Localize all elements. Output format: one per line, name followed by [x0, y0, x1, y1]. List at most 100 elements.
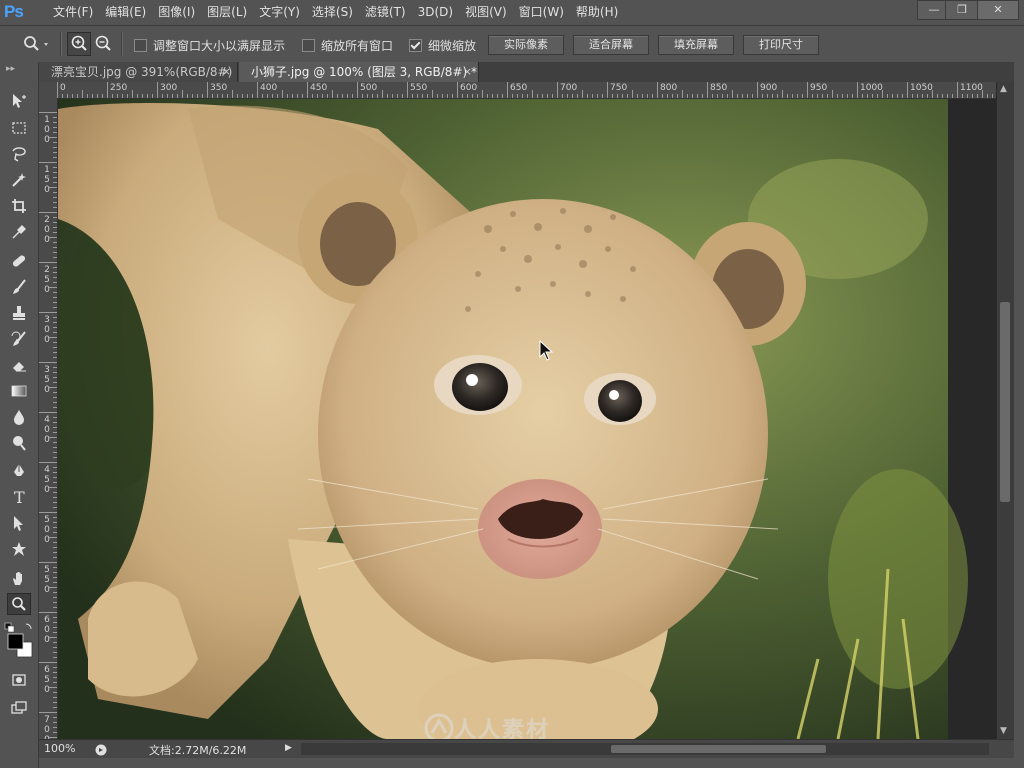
ruler-minor-tick: [53, 472, 57, 473]
tab-lion-jpg[interactable]: 小狮子.jpg @ 100% (图层 3, RGB/8#) * ×: [239, 62, 479, 82]
zoom-out-button[interactable]: [91, 32, 115, 56]
move-tool[interactable]: [7, 90, 31, 112]
ruler-minor-tick: [53, 557, 57, 558]
hand-tool[interactable]: [7, 567, 31, 589]
scroll-down-icon[interactable]: ▼: [1000, 726, 1007, 736]
checkbox-box[interactable]: [302, 39, 315, 52]
horizontal-scroll-thumb[interactable]: [611, 745, 826, 753]
status-arrow-icon[interactable]: ▶: [285, 743, 292, 753]
ruler-minor-tick: [53, 632, 57, 633]
horizontal-ruler[interactable]: 0 250 300 350 400 450 500 550 600 650 700 750 800 850…: [57, 82, 996, 99]
zoom-in-button[interactable]: [67, 32, 91, 56]
screen-mode-tool[interactable]: [7, 697, 31, 719]
vertical-scroll-thumb[interactable]: [1000, 302, 1010, 502]
lasso-tool[interactable]: [7, 143, 31, 165]
vertical-ruler[interactable]: 1 0 0 1 5 0 2 0 0 2 5 0 3 0 0 3 5 0 4 0 0 4 5 0…: [39, 98, 58, 739]
dodge-tool[interactable]: [7, 432, 31, 454]
type-tool[interactable]: T: [7, 486, 31, 508]
ruler-minor-tick: [49, 537, 57, 538]
zoom-tool[interactable]: [7, 593, 31, 615]
menu-image[interactable]: 图像(I): [152, 0, 201, 25]
ruler-label: 3 5 0: [44, 365, 50, 395]
ruler-label: 4 0 0: [44, 415, 50, 445]
panel-grip[interactable]: ▸▸: [6, 64, 15, 74]
menu-select[interactable]: 选择(S): [306, 0, 359, 25]
marquee-tool[interactable]: [7, 117, 31, 139]
blur-tool[interactable]: [7, 406, 31, 428]
ruler-label: 600: [460, 83, 478, 93]
ruler-minor-tick: [53, 507, 57, 508]
ruler-label: 250: [110, 83, 128, 93]
menu-help[interactable]: 帮助(H): [570, 0, 624, 25]
print-size-button[interactable]: 打印尺寸: [743, 35, 819, 55]
ruler-minor-tick: [53, 692, 57, 693]
menu-layer[interactable]: 图层(L): [201, 0, 253, 25]
eyedropper-tool[interactable]: [7, 221, 31, 243]
close-tab-icon[interactable]: ×: [463, 62, 472, 82]
gradient-tool[interactable]: [7, 380, 31, 402]
ruler-minor-tick: [53, 667, 57, 668]
crop-icon: [12, 199, 26, 213]
eraser-tool[interactable]: [7, 354, 31, 376]
history-brush-tool[interactable]: [7, 328, 31, 350]
menu-window[interactable]: 窗口(W): [513, 0, 570, 25]
history-brush-icon: [11, 331, 26, 346]
tab-beauty-jpg[interactable]: 漂亮宝贝.jpg @ 391%(RGB/8#) ×: [39, 62, 238, 82]
fit-screen-button[interactable]: 适合屏幕: [573, 35, 649, 55]
ruler-minor-tick: [252, 94, 253, 98]
clone-stamp-tool[interactable]: [7, 302, 31, 324]
ruler-minor-tick: [53, 547, 57, 548]
ruler-minor-tick: [53, 347, 57, 348]
ruler-minor-tick: [53, 267, 57, 268]
pen-icon: [14, 464, 24, 476]
horizontal-scrollbar[interactable]: [301, 743, 989, 755]
menu-view[interactable]: 视图(V): [459, 0, 513, 25]
healing-brush-tool[interactable]: [7, 250, 31, 272]
menu-type[interactable]: 文字(Y): [253, 0, 306, 25]
ruler-minor-tick: [922, 94, 923, 98]
color-swatches[interactable]: [4, 622, 36, 658]
ruler-minor-tick: [877, 94, 878, 98]
ruler-minor-tick: [53, 232, 57, 233]
tool-preset-picker[interactable]: [20, 34, 50, 54]
ruler-minor-tick: [53, 307, 57, 308]
quick-mask-tool[interactable]: [7, 669, 31, 691]
ruler-minor-tick: [312, 94, 313, 98]
vertical-scrollbar[interactable]: ▲ ▼: [996, 82, 1014, 739]
magic-wand-tool[interactable]: [7, 169, 31, 191]
menu-edit[interactable]: 编辑(E): [99, 0, 152, 25]
menu-3d[interactable]: 3D(D): [412, 0, 459, 25]
scrubby-zoom-checkbox[interactable]: 细微缩放: [409, 37, 476, 54]
close-tab-icon[interactable]: ×: [222, 62, 231, 82]
menu-filter[interactable]: 滤镜(T): [359, 0, 412, 25]
resize-windows-to-fit-checkbox[interactable]: 调整窗口大小以满屏显示: [134, 37, 285, 54]
ruler-minor-tick: [792, 94, 793, 98]
document-canvas[interactable]: 人人素材: [58, 99, 996, 739]
checkbox-box[interactable]: [409, 39, 422, 52]
menu-file[interactable]: 文件(F): [47, 0, 99, 25]
fill-screen-button[interactable]: 填充屏幕: [658, 35, 734, 55]
path-selection-tool[interactable]: [7, 512, 31, 534]
status-menu-icon[interactable]: [94, 742, 108, 756]
crop-tool[interactable]: [7, 195, 31, 217]
ruler-minor-tick: [802, 94, 803, 98]
eraser-icon: [13, 362, 26, 372]
options-bar: 调整窗口大小以满屏显示 缩放所有窗口 细微缩放 实际像素 适合屏幕 填充屏幕 打…: [0, 26, 1024, 63]
ruler-minor-tick: [212, 94, 213, 98]
ruler-minor-tick: [552, 94, 553, 98]
scroll-up-icon[interactable]: ▲: [1000, 84, 1007, 94]
zoom-level[interactable]: 100%: [44, 742, 75, 755]
menu-bar: Ps 文件(F) 编辑(E) 图像(I) 图层(L) 文字(Y) 选择(S) 滤…: [0, 0, 1024, 26]
brush-tool[interactable]: [7, 276, 31, 298]
ruler-minor-tick: [53, 297, 57, 298]
ruler-major-tick: [807, 82, 808, 98]
close-window-button[interactable]: ✕: [977, 0, 1019, 20]
zoom-all-windows-checkbox[interactable]: 缩放所有窗口: [302, 37, 393, 54]
custom-shape-tool[interactable]: [7, 538, 31, 560]
ruler-major-tick: [957, 82, 958, 98]
ruler-origin[interactable]: [39, 82, 58, 99]
pen-tool[interactable]: [7, 460, 31, 482]
checkbox-box[interactable]: [134, 39, 147, 52]
restore-button[interactable]: ❐: [945, 0, 979, 20]
actual-pixels-button[interactable]: 实际像素: [488, 35, 564, 55]
